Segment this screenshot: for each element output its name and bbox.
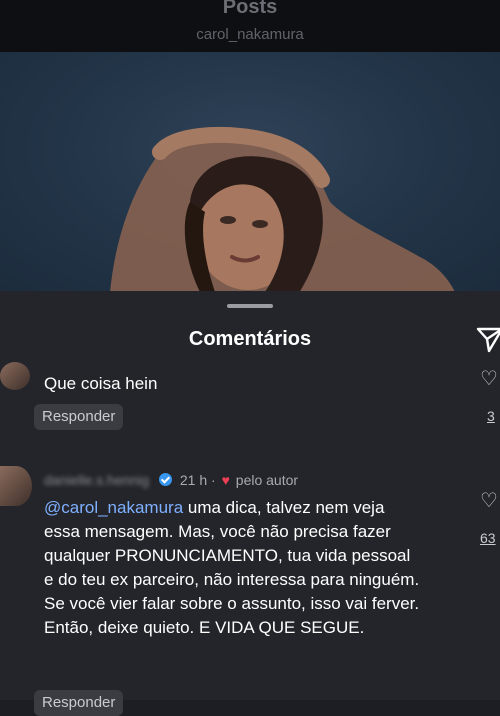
drag-handle[interactable] (227, 304, 273, 308)
comments-title: Comentários (188, 328, 312, 350)
comment-time: 21 h (179, 472, 208, 488)
reply-button[interactable]: Responder (34, 690, 124, 716)
like-count[interactable]: 63 (480, 530, 496, 546)
comment-meta: danielle.s.hennig 21 h · ♥ pelo autor (44, 472, 298, 488)
red-heart-icon: ♥ (221, 472, 230, 488)
liked-by-author-label: pelo autor (235, 472, 299, 488)
send-icon[interactable] (475, 324, 500, 354)
post-photo-illustration (110, 127, 455, 292)
avatar[interactable] (0, 362, 30, 390)
reply-button[interactable]: Responder (34, 404, 124, 430)
verified-badge-icon (158, 473, 172, 486)
header-username[interactable]: carol_nakamura (0, 26, 500, 43)
post-photo[interactable] (0, 52, 500, 292)
comment-text: Que coisa hein (44, 374, 158, 393)
avatar[interactable] (0, 466, 32, 506)
separator-dot: · (211, 472, 220, 488)
mention-link[interactable]: @carol_nakamura (44, 498, 183, 517)
heart-outline-icon[interactable]: ♡ (480, 488, 498, 513)
comment-username[interactable]: danielle.s.hennig (44, 472, 149, 488)
posts-header: Posts carol_nakamura (0, 0, 500, 52)
comment-text: @carol_nakamura uma dica, talvez nem vej… (44, 496, 424, 640)
like-count[interactable]: 3 (487, 408, 495, 424)
header-title: Posts (222, 0, 278, 18)
comment-body: uma dica, talvez nem veja essa mensagem.… (44, 498, 420, 637)
heart-outline-icon[interactable]: ♡ (480, 366, 498, 391)
